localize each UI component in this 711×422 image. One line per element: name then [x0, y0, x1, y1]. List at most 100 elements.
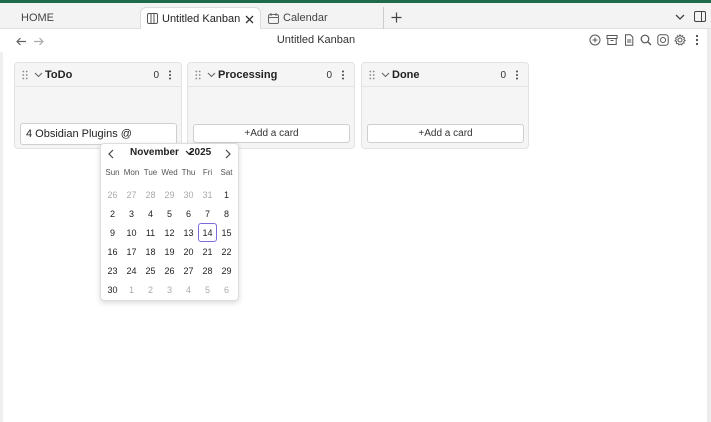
view-header: Untitled Kanban — [0, 30, 711, 52]
day-cell[interactable]: 18 — [141, 242, 160, 261]
day-cell[interactable]: 12 — [160, 223, 179, 242]
calendar-icon — [267, 12, 279, 24]
sidebar-toggle-icon[interactable] — [693, 10, 706, 22]
chevron-down-icon[interactable] — [379, 69, 391, 81]
gear-icon[interactable] — [673, 33, 687, 47]
chevron-down-icon[interactable] — [205, 69, 217, 81]
day-cell[interactable]: 6 — [179, 204, 198, 223]
day-cell[interactable]: 20 — [179, 242, 198, 261]
month-select[interactable]: November — [130, 147, 193, 158]
chevron-down-icon[interactable] — [32, 69, 44, 81]
day-cell[interactable]: 25 — [141, 261, 160, 280]
chevron-left-icon[interactable] — [105, 148, 117, 160]
drag-handle-icon[interactable] — [194, 69, 202, 81]
day-grid: 26 27 28 29 30 31 1 2 3 4 5 6 7 8 9 10 11 12 13 14 15 16 17 18 1… — [103, 185, 236, 299]
tab-calendar-label: Calendar — [283, 12, 328, 24]
more-vertical-icon[interactable] — [165, 69, 175, 81]
tab-untitled-kanban-label: Untitled Kanban — [162, 12, 241, 25]
kanban-icon — [146, 13, 158, 25]
plus-icon[interactable] — [389, 10, 403, 24]
day-cell[interactable]: 5 — [160, 204, 179, 223]
add-card-button[interactable]: +Add a card — [367, 124, 524, 143]
day-cell[interactable]: 10 — [122, 223, 141, 242]
day-cell[interactable]: 3 — [122, 204, 141, 223]
lane-title: Done — [392, 69, 420, 81]
view-mode-icon[interactable] — [656, 33, 670, 47]
day-cell[interactable]: 24 — [122, 261, 141, 280]
lane-processing: Processing 0 +Add a card — [187, 62, 355, 149]
add-circle-icon[interactable] — [588, 33, 602, 47]
lane-done: Done 0 +Add a card — [361, 62, 529, 149]
left-edge — [0, 52, 3, 422]
right-scrollbar[interactable] — [707, 29, 711, 422]
drag-handle-icon[interactable] — [368, 69, 376, 81]
day-cell[interactable]: 1 — [217, 185, 236, 204]
date-picker: November 2025 Sun Mon Tue Wed Thu Fri Sat 26 27… — [100, 143, 239, 301]
day-cell[interactable]: 17 — [122, 242, 141, 261]
day-cell[interactable]: 22 — [217, 242, 236, 261]
more-vertical-icon[interactable] — [690, 33, 704, 47]
day-cell[interactable]: 4 — [179, 280, 198, 299]
day-cell[interactable]: 16 — [103, 242, 122, 261]
day-cell[interactable]: 3 — [160, 280, 179, 299]
tab-untitled-kanban[interactable]: Untitled Kanban — [140, 7, 261, 29]
tab-bar: HOME Untitled Kanban Calendar — [0, 3, 711, 29]
view-actions — [588, 33, 704, 47]
weekday-label: Fri — [202, 168, 213, 177]
day-cell[interactable]: 27 — [179, 261, 198, 280]
drag-handle-icon[interactable] — [21, 69, 29, 81]
weekday-label: Thu — [181, 168, 196, 177]
lane-header: Done 0 — [362, 63, 528, 87]
archive-icon[interactable] — [605, 33, 619, 47]
day-cell[interactable]: 2 — [141, 280, 160, 299]
day-cell[interactable]: 28 — [198, 261, 217, 280]
close-icon[interactable] — [242, 12, 256, 26]
day-cell[interactable]: 8 — [217, 204, 236, 223]
chevron-right-icon[interactable] — [222, 148, 234, 160]
new-card-input[interactable] — [20, 123, 177, 145]
day-cell[interactable]: 13 — [179, 223, 198, 242]
weekday-label: Mon — [123, 168, 140, 177]
day-cell[interactable]: 7 — [198, 204, 217, 223]
document-icon[interactable] — [622, 33, 636, 47]
weekday-label: Tue — [143, 168, 158, 177]
day-cell-today[interactable]: 14 — [198, 223, 217, 242]
more-vertical-icon[interactable] — [338, 69, 348, 81]
tab-home-label: HOME — [21, 12, 54, 24]
add-card-button[interactable]: +Add a card — [193, 124, 350, 143]
day-cell[interactable]: 30 — [103, 280, 122, 299]
day-cell[interactable]: 19 — [160, 242, 179, 261]
day-cell[interactable]: 15 — [217, 223, 236, 242]
day-cell[interactable]: 30 — [179, 185, 198, 204]
day-cell[interactable]: 6 — [217, 280, 236, 299]
day-cell[interactable]: 29 — [160, 185, 179, 204]
day-cell[interactable]: 4 — [141, 204, 160, 223]
day-cell[interactable]: 1 — [122, 280, 141, 299]
lane-title: ToDo — [45, 69, 73, 81]
day-cell[interactable]: 2 — [103, 204, 122, 223]
more-vertical-icon[interactable] — [512, 69, 522, 81]
lane-header: ToDo 0 — [15, 63, 181, 87]
day-cell[interactable]: 9 — [103, 223, 122, 242]
day-cell[interactable]: 31 — [198, 185, 217, 204]
day-cell[interactable]: 11 — [141, 223, 160, 242]
weekday-label: Wed — [161, 168, 178, 177]
chevron-down-icon[interactable] — [673, 10, 687, 24]
day-cell[interactable]: 23 — [103, 261, 122, 280]
lane-count: 0 — [326, 70, 332, 81]
day-cell[interactable]: 27 — [122, 185, 141, 204]
tab-calendar[interactable]: Calendar — [262, 7, 384, 29]
day-cell[interactable]: 5 — [198, 280, 217, 299]
day-cell[interactable]: 26 — [160, 261, 179, 280]
day-cell[interactable]: 21 — [198, 242, 217, 261]
month-select-value: November — [130, 147, 179, 158]
day-cell[interactable]: 28 — [141, 185, 160, 204]
day-cell[interactable]: 26 — [103, 185, 122, 204]
year-field[interactable]: 2025 — [189, 147, 211, 158]
day-cell[interactable]: 29 — [217, 261, 236, 280]
tab-home[interactable]: HOME — [10, 7, 130, 29]
page-title: Untitled Kanban — [276, 34, 356, 46]
lane-title: Processing — [218, 69, 278, 81]
lane-count: 0 — [500, 70, 506, 81]
search-icon[interactable] — [639, 33, 653, 47]
